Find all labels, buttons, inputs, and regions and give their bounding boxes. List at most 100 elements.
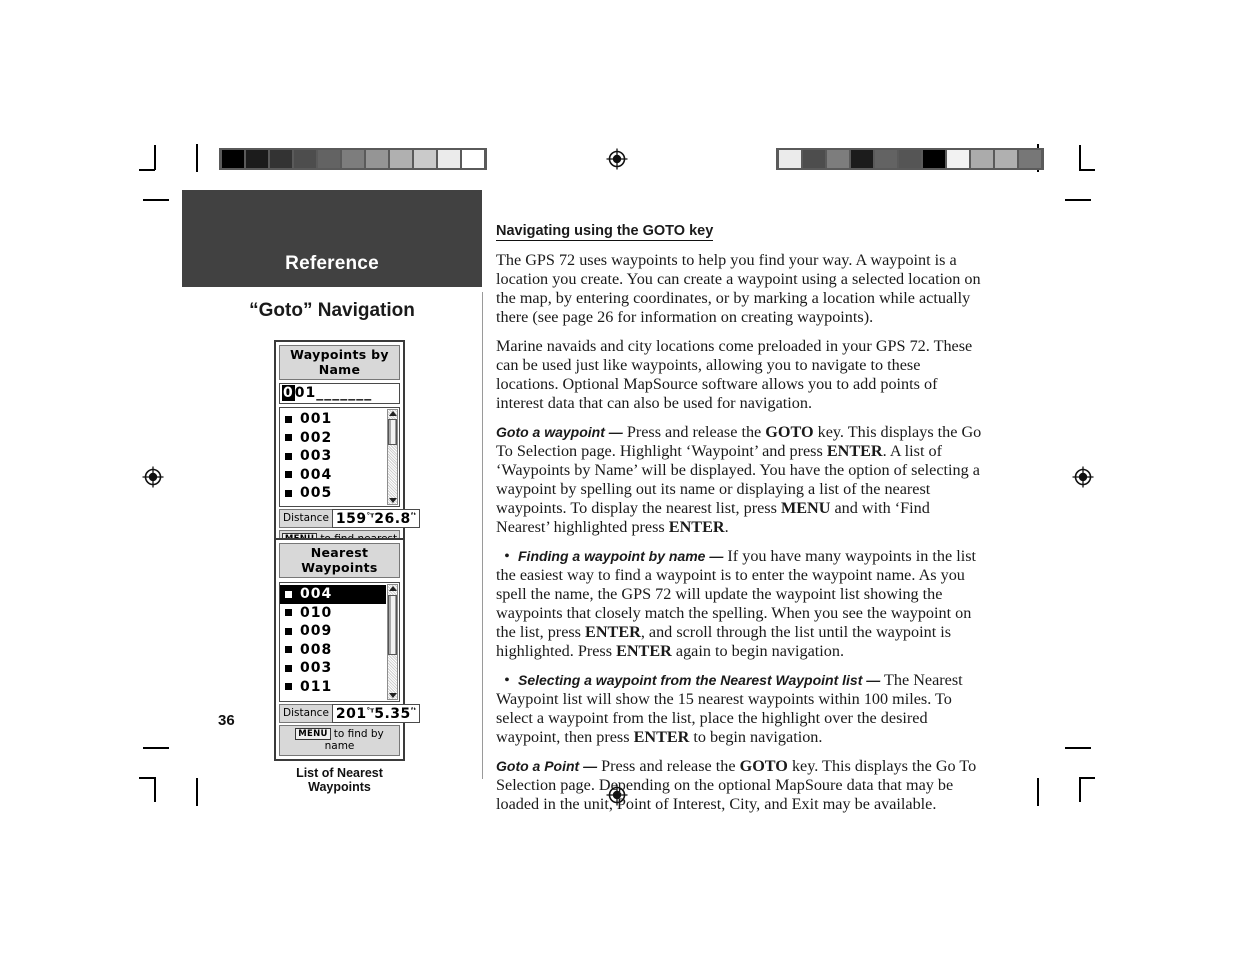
colorbar-swatch bbox=[294, 150, 316, 168]
list-item[interactable]: 008 bbox=[280, 641, 386, 660]
fold-mark-bottom-right bbox=[1037, 778, 1039, 806]
key-enter: ENTER bbox=[585, 623, 641, 641]
waypoint-symbol-icon bbox=[285, 434, 292, 442]
colorbar-swatch bbox=[1019, 150, 1041, 168]
waypoint-symbol-icon bbox=[285, 646, 292, 654]
list-item[interactable]: 003 bbox=[280, 659, 386, 678]
gps-screen-nearest-waypoints: Nearest Waypoints 004 010 009 008 003 01… bbox=[274, 538, 421, 761]
colorbar-swatch bbox=[366, 150, 388, 168]
colorbar-swatch bbox=[971, 150, 993, 168]
gps-screen-title: Nearest Waypoints bbox=[279, 543, 400, 578]
colorbar-swatch bbox=[827, 150, 849, 168]
waypoint-symbol-icon bbox=[285, 415, 292, 423]
waypoint-list[interactable]: 001 002 003 004 005 bbox=[280, 408, 386, 506]
waypoint-list-container: 001 002 003 004 005 bbox=[279, 407, 400, 507]
scrollbar[interactable] bbox=[387, 584, 398, 700]
key-enter: ENTER bbox=[616, 642, 672, 660]
list-item-label: 005 bbox=[300, 485, 333, 502]
list-item[interactable]: 010 bbox=[280, 604, 386, 623]
distance-values: 201°ᴛ 5.35ᶠᵗ bbox=[331, 704, 421, 723]
colorbar-swatch bbox=[438, 150, 460, 168]
crop-mark-top-right-horizontal bbox=[1079, 169, 1095, 171]
scrollbar[interactable] bbox=[387, 409, 398, 505]
list-item-label: 011 bbox=[300, 678, 333, 695]
scroll-up-arrow-icon[interactable] bbox=[388, 411, 397, 416]
bullet-selecting-from-nearest-list: • Selecting a waypoint from the Nearest W… bbox=[496, 671, 982, 747]
registration-target-icon-right bbox=[1072, 466, 1094, 488]
distance-value: 5.35ᶠᵗ bbox=[374, 705, 417, 722]
menu-key-badge: MENU bbox=[295, 728, 331, 740]
distance-unit: ᶠᵗ bbox=[410, 705, 417, 714]
key-menu: MENU bbox=[780, 499, 831, 517]
colorbar-swatch bbox=[390, 150, 412, 168]
text-run: . bbox=[724, 518, 729, 536]
colorbar-swatch bbox=[803, 150, 825, 168]
list-item-label: 004 bbox=[300, 586, 333, 603]
list-item[interactable]: 009 bbox=[280, 622, 386, 641]
waypoint-list[interactable]: 004 010 009 008 003 011 bbox=[280, 583, 386, 701]
list-item[interactable]: 011 bbox=[280, 678, 386, 697]
figure-nearest-waypoints: Nearest Waypoints 004 010 009 008 003 01… bbox=[274, 538, 421, 794]
trim-mark-right-top bbox=[1065, 199, 1091, 201]
lead-in-finding-by-name: Finding a waypoint by name — bbox=[518, 548, 724, 564]
bullet-finding-waypoint-by-name: • Finding a waypoint by name — If you hav… bbox=[496, 547, 982, 661]
list-item-label: 003 bbox=[300, 660, 333, 677]
crop-mark-top-right-vertical bbox=[1079, 145, 1081, 170]
colorbar-swatch bbox=[899, 150, 921, 168]
colorbar-right bbox=[776, 148, 1044, 170]
list-item[interactable]: 002 bbox=[280, 429, 386, 448]
page-title: “Goto” Navigation bbox=[249, 300, 415, 321]
waypoint-name-value: 01_______ bbox=[294, 385, 373, 401]
chapter-header-block: Reference bbox=[182, 190, 482, 287]
page-number: 36 bbox=[218, 712, 235, 729]
list-item[interactable]: 005 bbox=[280, 484, 386, 503]
text-run: to begin navigation. bbox=[689, 728, 823, 746]
scrollbar-thumb[interactable] bbox=[388, 595, 397, 655]
waypoint-name-input[interactable]: 001_______ bbox=[279, 383, 400, 404]
scroll-down-arrow-icon[interactable] bbox=[388, 693, 397, 698]
distance-bar: Distance 201°ᴛ 5.35ᶠᵗ bbox=[279, 704, 421, 723]
colorbar-swatch bbox=[414, 150, 436, 168]
list-item-label: 010 bbox=[300, 604, 333, 621]
chapter-label: Reference bbox=[285, 253, 379, 274]
list-item-label: 004 bbox=[300, 466, 333, 483]
colorbar-swatch bbox=[222, 150, 244, 168]
text-cursor: 0 bbox=[282, 385, 295, 401]
scrollbar-thumb[interactable] bbox=[388, 419, 397, 445]
colorbar-left bbox=[219, 148, 487, 170]
waypoint-symbol-icon bbox=[285, 471, 292, 479]
colorbar-swatch bbox=[246, 150, 268, 168]
lead-in-selecting-nearest: Selecting a waypoint from the Nearest Wa… bbox=[518, 672, 881, 688]
gps-screen-title: Waypoints by Name bbox=[279, 345, 400, 380]
colorbar-swatch bbox=[947, 150, 969, 168]
bearing-value: 159°ᴛ bbox=[335, 510, 375, 527]
colorbar-swatch bbox=[875, 150, 897, 168]
waypoint-symbol-icon bbox=[285, 452, 292, 460]
bearing-unit: °ᴛ bbox=[366, 705, 375, 714]
list-item[interactable]: 004 bbox=[280, 466, 386, 485]
paragraph-goto-a-waypoint: Goto a waypoint — Press and release the … bbox=[496, 423, 982, 537]
colorbar-swatch bbox=[923, 150, 945, 168]
waypoint-symbol-icon bbox=[285, 609, 292, 617]
list-item-label: 002 bbox=[300, 429, 333, 446]
list-item-selected[interactable]: 004 bbox=[280, 585, 386, 604]
key-enter: ENTER bbox=[668, 518, 725, 536]
list-item[interactable]: 003 bbox=[280, 447, 386, 466]
list-item-label: 001 bbox=[300, 411, 333, 428]
waypoint-symbol-icon bbox=[285, 683, 292, 691]
scroll-up-arrow-icon[interactable] bbox=[388, 586, 397, 591]
body-text-column: Navigating using the GOTO key The GPS 72… bbox=[496, 222, 982, 824]
key-goto: GOTO bbox=[765, 423, 814, 441]
colorbar-swatch bbox=[995, 150, 1017, 168]
manual-page: Reference “Goto” Navigation Waypoints by… bbox=[0, 0, 1235, 954]
waypoint-list-container: 004 010 009 008 003 011 bbox=[279, 582, 400, 702]
list-item[interactable]: 001 bbox=[280, 410, 386, 429]
colorbar-swatch bbox=[318, 150, 340, 168]
registration-target-icon-left bbox=[142, 466, 164, 488]
scroll-down-arrow-icon[interactable] bbox=[388, 498, 397, 503]
lead-in-goto-waypoint: Goto a waypoint — bbox=[496, 424, 623, 440]
waypoint-symbol-icon bbox=[285, 627, 292, 635]
text-run: Press and release the bbox=[622, 423, 766, 441]
distance-values: 159°ᴛ 26.8ᶠᵗ bbox=[331, 509, 421, 528]
figure-caption: List of Nearest Waypoints bbox=[296, 766, 383, 794]
